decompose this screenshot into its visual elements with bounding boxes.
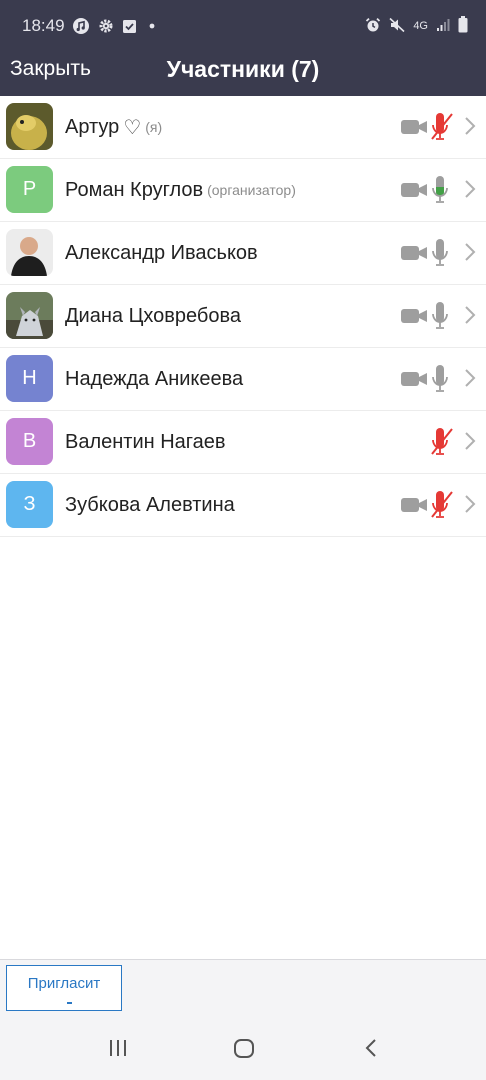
navigation-bar (0, 1023, 486, 1080)
video-camera-icon (400, 495, 428, 520)
gear-icon (98, 18, 114, 39)
participant-name: Роман Круглов (65, 178, 204, 201)
participant-name: Зубкова Алевтина (65, 493, 235, 516)
participant-name-line: Валентин Нагаев (65, 411, 226, 473)
avatar: В (6, 418, 53, 465)
signal-icon (436, 18, 450, 35)
chevron-right-icon (464, 431, 476, 456)
participant-name: Александр Иваськов (65, 241, 258, 264)
home-icon[interactable] (233, 1037, 255, 1064)
checkbox-icon (122, 18, 137, 39)
microphone-muted-icon (430, 427, 454, 462)
avatar: Р (6, 166, 53, 213)
dot-icon (145, 19, 159, 38)
participant-name: Надежда Аникеева (65, 367, 244, 390)
status-time: 18:49 (22, 16, 65, 35)
participant-role-tag: (организатор) (207, 182, 296, 198)
bottom-bar: Пригласит (0, 959, 486, 1024)
avatar (6, 103, 53, 150)
header: Участники (7) Закрыть (0, 52, 486, 96)
video-camera-icon (400, 117, 428, 142)
text-cursor-mark (67, 1002, 72, 1004)
status-left-icons (72, 17, 159, 40)
avatar: З (6, 481, 53, 528)
participant-row[interactable]: Диана Цховребова (0, 285, 486, 348)
chevron-right-icon (464, 305, 476, 330)
participant-name-line: Роман Круглов (организатор) (65, 159, 296, 221)
invite-button[interactable]: Пригласит (6, 965, 122, 1011)
close-button[interactable]: Закрыть (10, 57, 91, 81)
mute-icon (389, 17, 405, 36)
invite-label: Пригласит (27, 975, 101, 992)
microphone-muted-icon (430, 112, 454, 147)
participant-name-line: Диана Цховребова (65, 285, 241, 347)
avatar (6, 292, 53, 339)
participant-row[interactable]: Артур ♡ (я) (0, 96, 486, 159)
alarm-icon (365, 17, 381, 36)
video-camera-icon (400, 306, 428, 331)
status-bar: 18:49 4G (0, 0, 486, 52)
microphone-muted-icon (430, 490, 454, 525)
microphone-icon (430, 238, 454, 273)
microphone-icon (430, 364, 454, 399)
recent-apps-icon[interactable] (108, 1037, 128, 1064)
microphone-icon (430, 175, 454, 210)
network-type: 4G (413, 20, 428, 32)
participant-name-line: Александр Иваськов (65, 222, 258, 284)
participant-list: Артур ♡ (я) Р Роман Круглов (организатор) Алек… (0, 96, 486, 537)
chevron-right-icon (464, 494, 476, 519)
participant-row[interactable]: Р Роман Круглов (организатор) (0, 159, 486, 222)
chevron-right-icon (464, 116, 476, 141)
microphone-icon (430, 301, 454, 336)
participant-row[interactable]: В Валентин Нагаев (0, 411, 486, 474)
participant-row[interactable]: Александр Иваськов (0, 222, 486, 285)
participant-row[interactable]: Н Надежда Аникеева (0, 348, 486, 411)
participant-role-tag: (я) (145, 119, 163, 135)
participant-name: Валентин Нагаев (65, 430, 226, 453)
battery-icon (458, 16, 468, 36)
participant-row[interactable]: З Зубкова Алевтина (0, 474, 486, 537)
video-camera-icon (400, 369, 428, 394)
back-icon[interactable] (362, 1037, 380, 1064)
participant-name: Артур (65, 115, 120, 138)
chevron-right-icon (464, 179, 476, 204)
participant-name: Диана Цховребова (65, 304, 242, 327)
heart-icon: ♡ (123, 116, 142, 139)
video-camera-icon (400, 243, 428, 268)
video-camera-icon (400, 180, 428, 205)
music-icon (72, 17, 90, 40)
chevron-right-icon (464, 368, 476, 393)
status-right-icons: 4G (365, 16, 468, 36)
participant-name-line: Зубкова Алевтина (65, 474, 235, 536)
chevron-right-icon (464, 242, 476, 267)
participant-name-line: Надежда Аникеева (65, 348, 243, 410)
avatar (6, 229, 53, 276)
avatar: Н (6, 355, 53, 402)
participant-name-line: Артур ♡ (я) (65, 96, 162, 158)
